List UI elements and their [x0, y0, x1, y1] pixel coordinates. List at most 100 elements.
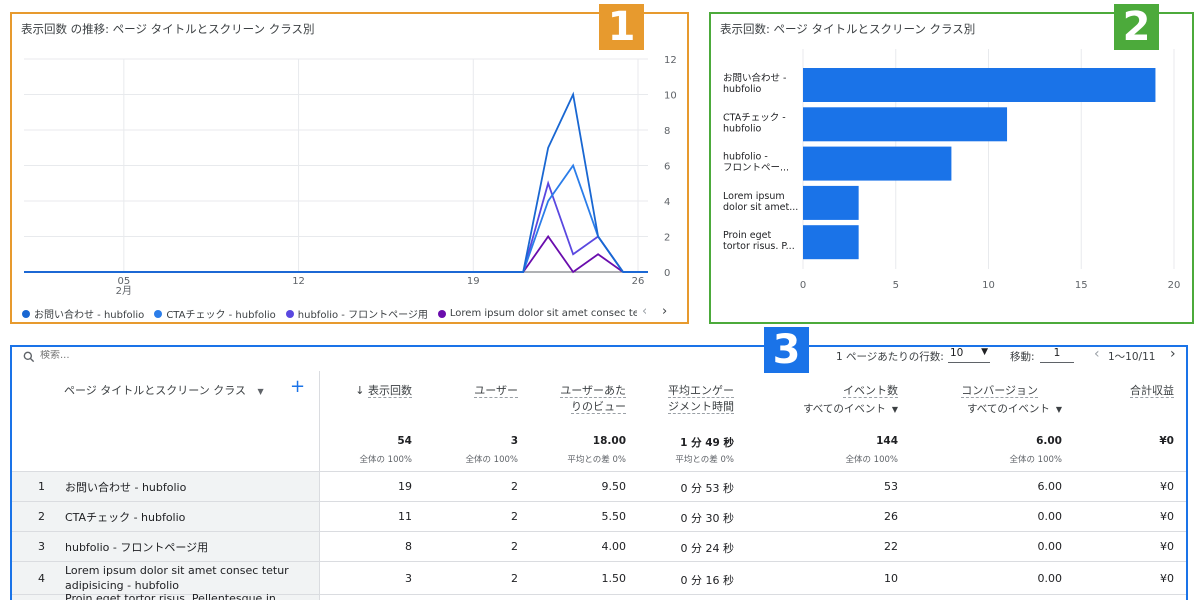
y-tick-label: 8 — [664, 126, 670, 137]
column-header-views-per-user[interactable]: ユーザーあたりのビュー — [560, 383, 626, 415]
legend-label: CTAチェック - hubfolio — [166, 310, 276, 321]
column-header-revenue[interactable]: 合計収益 — [1130, 383, 1174, 399]
row-cell: 19 — [398, 480, 412, 493]
y-tick-label: 6 — [664, 162, 670, 173]
prev-page-icon[interactable]: ‹ — [1094, 347, 1100, 362]
column-label: コンバージョン — [961, 384, 1038, 398]
rows-per-page-value: 10 — [950, 347, 964, 359]
row-page-title[interactable]: CTAチェック - hubfolio — [65, 510, 310, 525]
table-row[interactable]: 2 CTAチェック - hubfolio 11 2 5.50 0 分 30 秒 26 0.00… — [12, 502, 1186, 532]
row-cell: ¥0 — [1160, 480, 1174, 493]
legend-next-button[interactable]: › — [662, 304, 667, 319]
row-cell: 22 — [884, 540, 898, 553]
table-header: ページ タイトルとスクリーン クラス ▼ + ↓ 表示回数 ユーザー ユーザーあ… — [12, 371, 1186, 472]
row-cell: 2 — [511, 540, 518, 553]
rows-per-page-label: 1 ページあたりの行数: — [836, 351, 944, 363]
legend-label: hubfolio - フロントページ用 — [297, 310, 428, 321]
legend-dot — [437, 309, 446, 318]
row-cell: 0.00 — [1037, 510, 1063, 523]
bar — [803, 225, 859, 260]
row-cell: 2 — [511, 510, 518, 523]
dimension-header[interactable]: ページ タイトルとスクリーン クラス ▼ — [64, 383, 264, 400]
legend-item[interactable]: Lorem ipsum dolor sit amet consec tetur … — [437, 306, 637, 321]
row-cell: 0 分 24 秒 — [680, 542, 735, 555]
column-header-events[interactable]: イベント数 — [843, 383, 898, 399]
table-row[interactable]: 3 hubfolio - フロントページ用 8 2 4.00 0 分 24 秒 22 0.00… — [12, 532, 1186, 562]
chevron-down-icon: ▼ — [257, 387, 264, 396]
total-sub: 全体の 100% — [465, 455, 518, 465]
line-chart: 02468101205 12 19 262月 — [24, 55, 677, 297]
total-conversions: 6.00 — [1036, 435, 1062, 447]
x-month-label: 2月 — [116, 285, 132, 297]
row-page-title[interactable]: hubfolio - フロントページ用 — [65, 540, 310, 555]
search-input[interactable] — [40, 350, 240, 361]
total-views-per-user: 18.00 — [592, 435, 626, 447]
x-tick-label: 20 — [1168, 280, 1181, 291]
dimension-header-label: ページ タイトルとスクリーン クラス — [64, 384, 247, 397]
rows-per-page-select[interactable]: 10 ▼ — [948, 347, 990, 363]
next-page-icon[interactable]: › — [1170, 347, 1176, 362]
x-tick-label: 0 — [800, 280, 806, 291]
row-number: 3 — [38, 540, 45, 553]
row-cell: 26 — [884, 510, 898, 523]
row-cell: 11 — [398, 510, 412, 523]
x-tick-label: 12 — [292, 276, 305, 287]
legend-item[interactable]: CTAチェック - hubfolio — [154, 306, 276, 321]
badge-two: 2 — [1114, 4, 1159, 50]
column-header-users[interactable]: ユーザー — [474, 383, 518, 399]
row-cell: ¥0 — [1160, 540, 1174, 553]
event-filter-select[interactable]: すべてのイベント ▼ — [803, 401, 898, 418]
x-tick-label: 15 — [1075, 280, 1088, 291]
bar — [803, 185, 859, 220]
legend-prev-button[interactable]: ‹ — [642, 304, 647, 319]
row-cell: 9.50 — [601, 480, 627, 493]
legend-label: Lorem ipsum dolor sit amet consec tetur … — [449, 308, 637, 319]
add-dimension-button[interactable]: + — [290, 378, 305, 396]
category-label: フロントペー... — [723, 163, 789, 174]
y-tick-label: 10 — [664, 91, 677, 102]
legend-item[interactable]: お問い合わせ - hubfolio — [22, 306, 144, 321]
badge-three: 3 — [764, 327, 809, 373]
series-line — [24, 234, 648, 274]
chevron-down-icon: ▼ — [891, 405, 898, 414]
row-cell: 0 分 53 秒 — [680, 482, 735, 495]
total-sub: 全体の 100% — [845, 455, 898, 465]
conversion-filter-select[interactable]: すべてのイベント ▼ — [967, 401, 1062, 418]
data-table-card: 1 ページあたりの行数: 10 ▼ 移動: 1 ‹ 1〜10/11 › ページ タ… — [10, 345, 1188, 600]
row-page-title[interactable]: Lorem ipsum dolor sit amet consec tetur … — [65, 563, 310, 593]
sort-down-icon: ↓ — [355, 384, 368, 397]
page-range: 1〜10/11 — [1108, 351, 1156, 363]
bar — [803, 107, 1008, 142]
column-label-line2: りのビュー — [571, 400, 626, 414]
row-page-title[interactable]: Proin eget tortor risus. Pellentesque in… — [65, 591, 310, 600]
y-tick-label: 0 — [664, 268, 670, 279]
column-header-views[interactable]: ↓ 表示回数 — [355, 383, 412, 399]
event-filter-value: すべてのイベント — [802, 403, 886, 415]
line-chart-legend: お問い合わせ - hubfolio CTAチェック - hubfolio hub… — [22, 306, 637, 321]
row-number: 4 — [38, 571, 45, 585]
row-page-title[interactable]: お問い合わせ - hubfolio — [65, 480, 310, 495]
column-label-line2: ジメント時間 — [668, 400, 734, 414]
column-label: 表示回数 — [368, 384, 412, 398]
total-sub: 全体の 100% — [1009, 455, 1062, 465]
total-events: 144 — [876, 435, 898, 447]
column-label: ユーザーあた — [560, 384, 626, 398]
row-cell: 0.00 — [1037, 571, 1063, 585]
total-users: 3 — [510, 435, 518, 447]
bar-chart: 0 5 10 15 20お問い合わせ -hubfolioCTAチェック -hubfoli… — [723, 49, 1181, 291]
column-label: ユーザー — [474, 384, 518, 398]
column-header-engagement-time[interactable]: 平均エンゲー ジメント時間 — [668, 383, 734, 415]
category-label: hubfolio — [723, 123, 762, 134]
row-number: 1 — [38, 480, 45, 493]
table-row[interactable]: 1 お問い合わせ - hubfolio 19 2 9.50 0 分 53 秒 53 6.00 ¥… — [12, 472, 1186, 502]
legend-item[interactable]: hubfolio - フロントページ用 — [285, 306, 428, 321]
column-label: イベント数 — [843, 384, 898, 398]
goto-page-input[interactable]: 1 — [1040, 347, 1074, 363]
table-row[interactable]: 5Proin eget tortor risus. Pellentesque i… — [12, 592, 1186, 600]
column-header-conversions[interactable]: コンバージョン — [961, 383, 1038, 399]
category-label: dolor sit amet... — [723, 202, 798, 213]
row-cell: 2 — [511, 571, 518, 585]
row-cell: 53 — [884, 480, 898, 493]
row-cell: 8 — [405, 540, 412, 553]
row-cell: 0.00 — [1037, 540, 1063, 553]
